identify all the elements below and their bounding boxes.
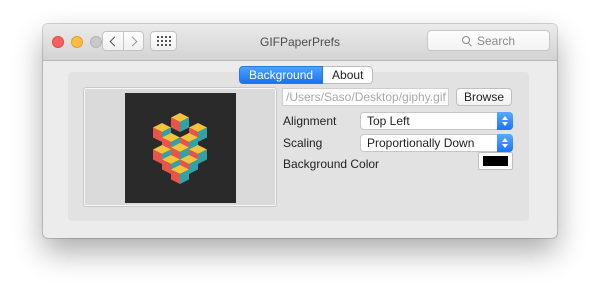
scaling-select[interactable]: Proportionally Down (360, 134, 513, 152)
tab-background[interactable]: Background (239, 66, 324, 84)
alignment-value: Top Left (367, 114, 410, 128)
search-icon (461, 35, 472, 46)
search-field[interactable]: Search (427, 30, 550, 51)
isometric-cubes-image (153, 113, 207, 184)
background-color-well[interactable] (478, 152, 513, 170)
popup-arrows-icon (497, 112, 513, 130)
file-path-field[interactable]: /Users/Saso/Desktop/giphy.gif (282, 88, 449, 106)
search-placeholder: Search (476, 33, 516, 48)
popup-arrows-icon (497, 134, 513, 152)
preferences-window: GIFPaperPrefs Search Background About /U… (43, 24, 557, 238)
alignment-label: Alignment (283, 114, 337, 128)
scaling-label: Scaling (283, 136, 323, 150)
background-color-label: Background Color (283, 157, 380, 171)
alignment-select[interactable]: Top Left (360, 112, 513, 130)
title-bar: GIFPaperPrefs Search (43, 24, 557, 61)
browse-button[interactable]: Browse (456, 88, 512, 106)
gif-image (125, 93, 236, 203)
color-swatch (483, 156, 508, 166)
tab-about[interactable]: About (323, 66, 374, 84)
tab-bar: Background About (239, 66, 374, 84)
scaling-value: Proportionally Down (367, 136, 475, 150)
gif-preview (83, 87, 277, 207)
